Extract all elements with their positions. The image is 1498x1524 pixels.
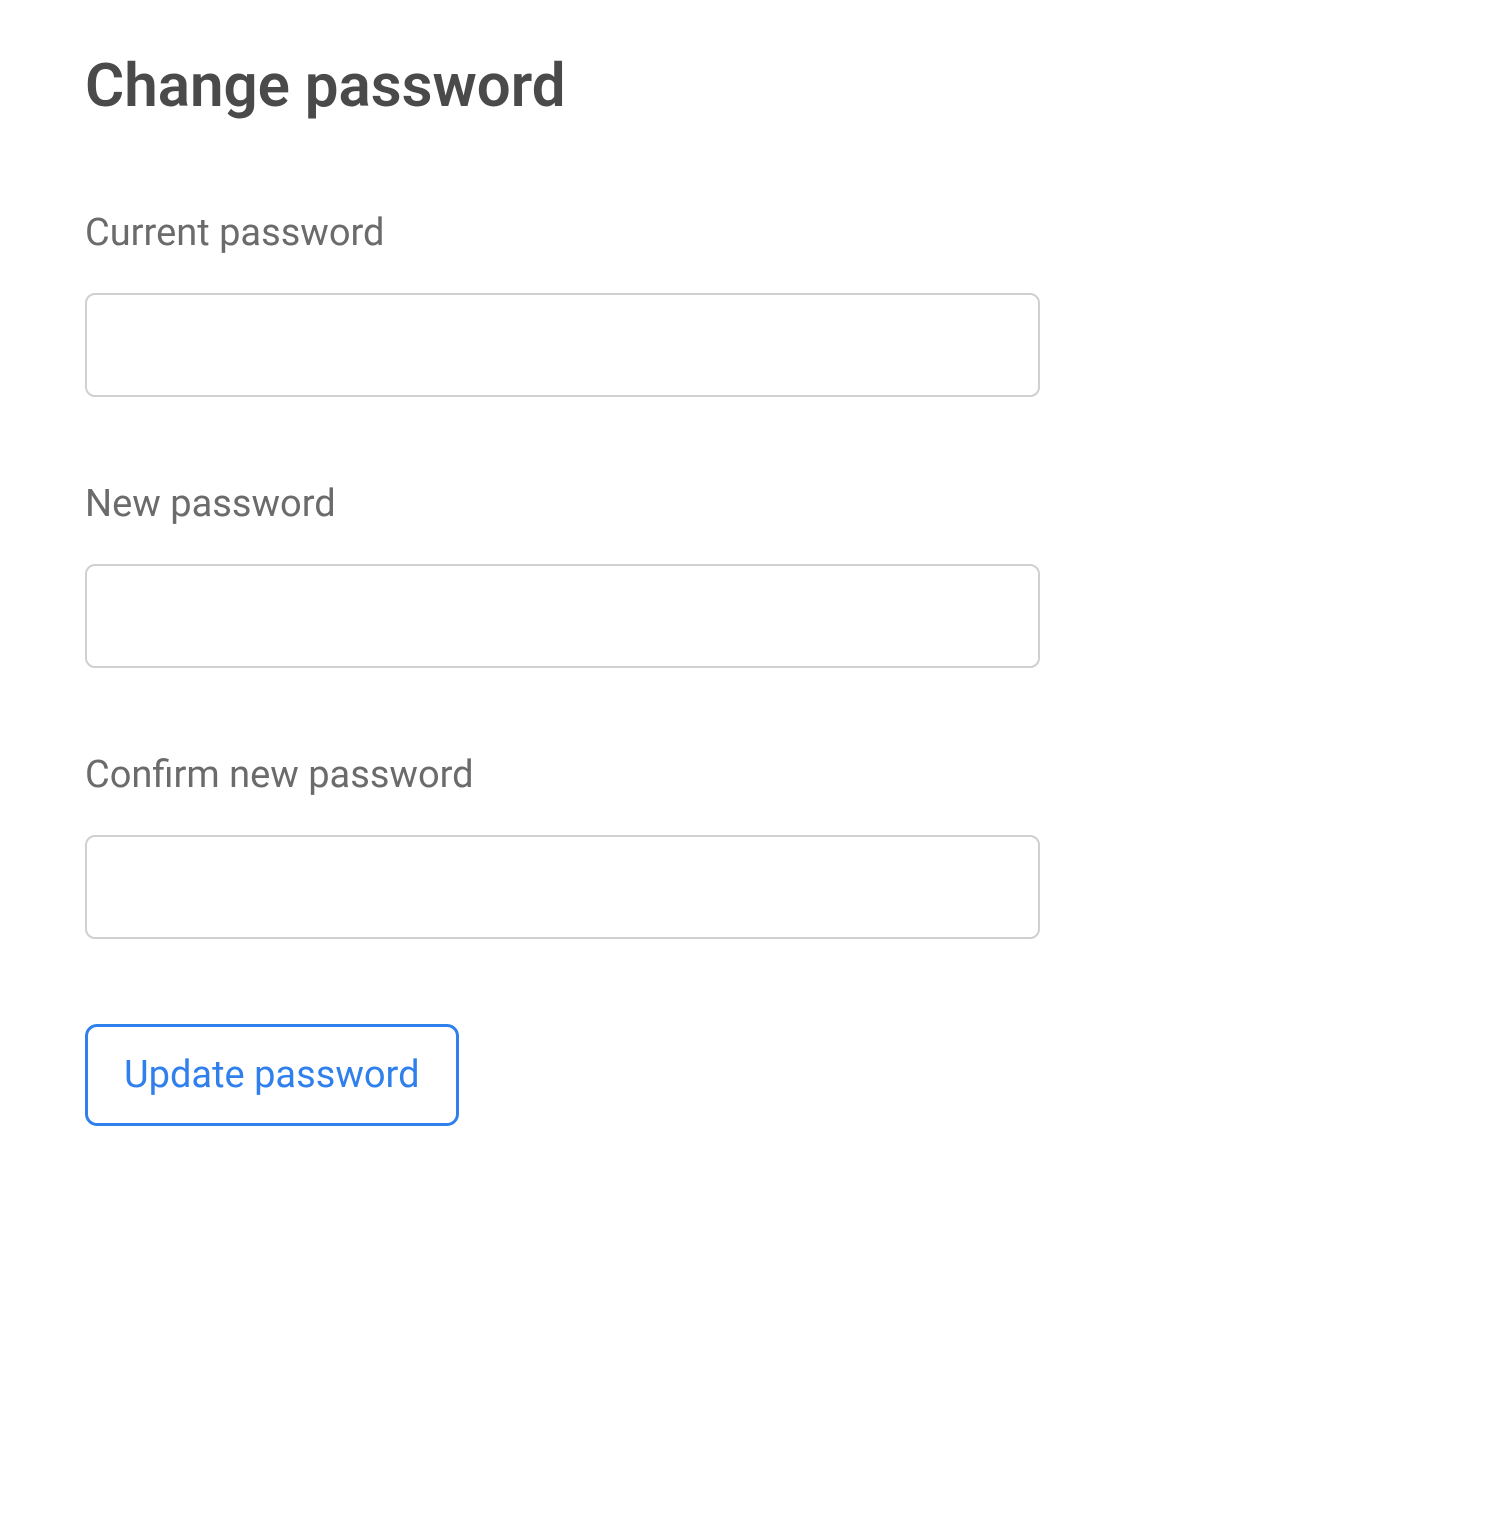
new-password-label: New password: [85, 482, 1413, 526]
update-password-button[interactable]: Update password: [85, 1024, 459, 1126]
page-title: Change password: [85, 50, 1413, 121]
current-password-label: Current password: [85, 211, 1413, 255]
form-group-confirm-password: Confirm new password: [85, 753, 1413, 939]
new-password-input[interactable]: [85, 564, 1040, 668]
confirm-password-label: Confirm new password: [85, 753, 1413, 797]
confirm-password-input[interactable]: [85, 835, 1040, 939]
current-password-input[interactable]: [85, 293, 1040, 397]
form-group-current-password: Current password: [85, 211, 1413, 397]
change-password-form: Current password New password Confirm ne…: [85, 211, 1413, 1126]
form-group-new-password: New password: [85, 482, 1413, 668]
